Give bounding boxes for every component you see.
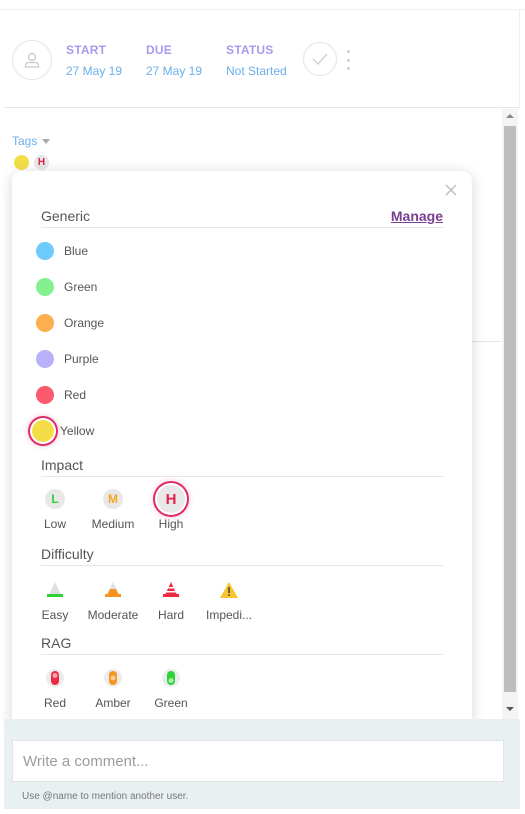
section-title: Impact [41,457,84,473]
rag-option-red[interactable]: Red [25,668,85,710]
comment-footer: Use @name to mention another user. [4,719,520,809]
tag-option-yellow[interactable]: Yellow [32,419,94,443]
color-swatch [36,242,54,260]
tag-label: High [158,517,184,531]
page-top-strip [0,0,525,10]
complete-button[interactable] [303,42,337,76]
tag-label: Hard [157,608,184,622]
difficulty-option-impediment[interactable]: Impedi... [199,580,259,622]
tag-label: Red [43,696,66,710]
impact-medium-icon: M [103,489,123,509]
color-swatch [32,420,54,442]
assignee-avatar[interactable] [12,40,52,80]
tag-label: Purple [64,352,99,366]
status[interactable]: STATUS Not Started [226,43,287,78]
tag-chip-yellow[interactable] [14,155,29,170]
tag-label: Green [64,280,98,294]
manage-link[interactable]: Manage [391,208,443,224]
dot-icon [346,58,350,62]
task-header: START 27 May 19 DUE 27 May 19 STATUS Not… [4,10,520,108]
warning-icon [219,580,239,600]
rag-red-icon [45,668,65,688]
tag-option-orange[interactable]: Orange [36,311,104,335]
close-button[interactable] [444,183,458,197]
impact-low-icon: L [45,489,65,509]
scrollbar[interactable] [502,109,518,719]
tag-option-green[interactable]: Green [36,275,97,299]
tag-label: Green [154,696,188,710]
color-swatch [36,386,54,404]
start-date[interactable]: START 27 May 19 [66,43,122,78]
difficulty-option-moderate[interactable]: Moderate [83,580,143,622]
dot-icon [346,50,350,53]
caret-down-icon [42,139,51,144]
section-generic: Generic Manage [41,208,443,228]
tag-option-purple[interactable]: Purple [36,347,99,371]
scroll-thumb[interactable] [504,126,516,692]
checkmark-icon [312,53,328,66]
impact-option-low[interactable]: L Low [25,489,85,531]
tags-label: Tags [12,134,38,148]
comment-input[interactable] [12,740,504,782]
impact-high-icon: H [157,485,185,513]
tag-option-red[interactable]: Red [36,383,86,407]
tag-label: Impedi... [205,608,253,622]
tag-label: Orange [64,316,105,330]
tag-picker-popup: Generic Manage Blue Green Orange Purple … [12,171,472,731]
rag-option-green[interactable]: Green [141,668,201,710]
status-label: STATUS [226,43,274,57]
impact-option-medium[interactable]: M Medium [83,489,143,531]
due-label: DUE [146,43,172,57]
more-options-button[interactable] [344,50,352,70]
tag-label: Easy [41,608,69,622]
cone-easy-icon [45,580,65,600]
rag-option-amber[interactable]: Amber [83,668,143,710]
tag-label: Amber [95,696,131,710]
color-swatch [36,278,54,296]
mention-hint: Use @name to mention another user. [22,791,189,802]
difficulty-option-hard[interactable]: Hard [141,580,201,622]
start-label: START [66,43,107,57]
section-title: Difficulty [41,546,94,562]
start-value: 27 May 19 [66,64,123,78]
impact-option-high[interactable]: H High [141,485,201,531]
color-swatch [36,314,54,332]
dot-icon [346,67,350,70]
section-difficulty: Difficulty [41,546,443,566]
tag-label: Moderate [87,608,139,622]
selected-tags: H [14,155,49,170]
scroll-up-arrow-icon[interactable] [506,114,514,118]
user-icon [24,52,40,68]
tag-label: Low [43,517,66,531]
tag-label: Yellow [60,424,95,438]
color-swatch [36,350,54,368]
cone-moderate-icon [103,580,123,600]
tag-label: Blue [64,244,89,258]
status-value: Not Started [226,64,287,78]
section-title: RAG [41,635,72,651]
tag-label: Medium [91,517,135,531]
close-icon [445,184,457,196]
difficulty-option-easy[interactable]: Easy [25,580,85,622]
tag-chip-high-impact[interactable]: H [34,155,49,170]
tag-label: Red [64,388,87,402]
section-rag: RAG [41,635,443,655]
section-title: Generic [41,208,91,224]
cone-hard-icon [161,580,181,600]
due-value: 27 May 19 [146,64,203,78]
tag-option-blue[interactable]: Blue [36,239,88,263]
due-date[interactable]: DUE 27 May 19 [146,43,202,78]
rag-green-icon [161,668,181,688]
scroll-down-arrow-icon[interactable] [506,707,514,711]
tags-dropdown[interactable]: Tags [12,134,51,148]
section-impact: Impact [41,457,443,477]
rag-amber-icon [103,668,123,688]
